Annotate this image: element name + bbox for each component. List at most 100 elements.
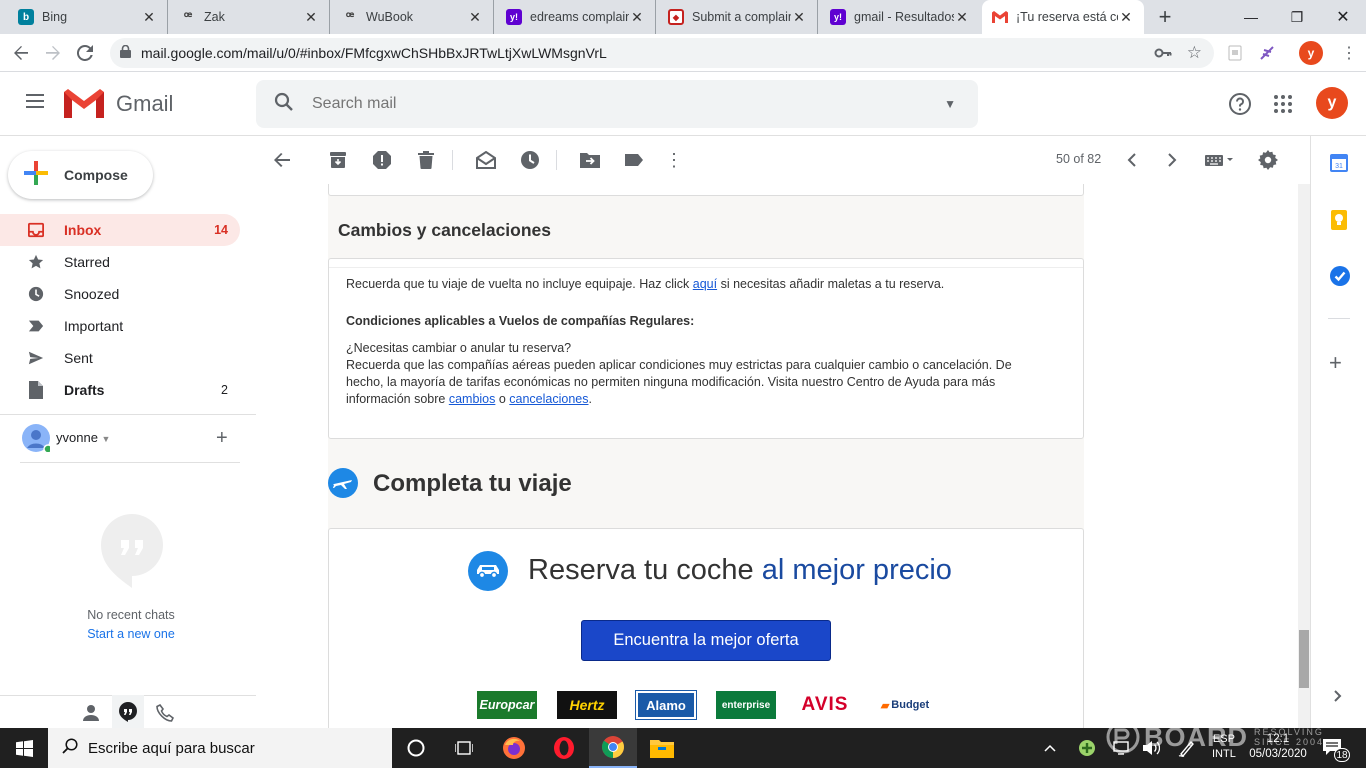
search-bar[interactable]: ▼ (256, 80, 978, 128)
calendar-icon[interactable]: 31 (1330, 154, 1348, 177)
forward-arrow-icon[interactable] (40, 40, 66, 66)
europcar-logo[interactable]: Europcar (477, 691, 537, 719)
start-new-chat-link[interactable]: Start a new one (0, 627, 262, 641)
tab-close-icon[interactable]: ✕ (954, 9, 970, 26)
search-input[interactable] (312, 95, 945, 113)
input-language-indicator[interactable]: ESP INTL (1212, 732, 1236, 762)
new-tab-icon[interactable]: + (1152, 4, 1178, 30)
snooze-clock-icon[interactable] (518, 148, 542, 172)
search-options-chevron-icon[interactable]: ▼ (944, 97, 956, 111)
delete-trash-icon[interactable] (414, 148, 438, 172)
hertz-logo[interactable]: Hertz (557, 691, 617, 719)
bookmark-star-icon[interactable]: ☆ (1187, 43, 1202, 63)
sidebar-item-drafts[interactable]: Drafts 2 (0, 374, 240, 406)
browser-tab-gmail-results[interactable]: y! gmail - Resultados ✕ (820, 0, 980, 34)
scrollbar-thumb[interactable] (1299, 630, 1309, 688)
keep-bulb-icon[interactable] (1331, 210, 1347, 235)
hangouts-chat-tab-icon[interactable] (112, 695, 144, 729)
account-avatar[interactable]: y (1316, 87, 1348, 119)
show-hidden-icons-chevron[interactable] (1044, 741, 1056, 755)
network-icon[interactable] (1112, 740, 1130, 761)
avis-logo[interactable]: AVIS (795, 691, 855, 719)
browser-tab-bing[interactable]: b Bing ✕ (8, 0, 168, 34)
taskbar-search-box[interactable]: Escribe aquí para buscar (48, 728, 392, 768)
window-close-icon[interactable]: ✕ (1320, 0, 1366, 34)
hangouts-user-name[interactable]: yvonne ▼ (56, 430, 110, 445)
expand-panel-chevron-icon[interactable] (1334, 689, 1342, 707)
gmail-logo-icon[interactable] (64, 88, 104, 123)
browser-tab-reserva-active[interactable]: ¡Tu reserva está co ✕ (982, 0, 1144, 34)
tab-close-icon[interactable]: ✕ (791, 9, 807, 26)
key-icon[interactable] (1154, 44, 1172, 65)
browser-profile-avatar[interactable]: y (1299, 41, 1323, 65)
help-icon[interactable] (1228, 92, 1252, 121)
reload-icon[interactable] (72, 40, 98, 66)
input-tools-keyboard-icon[interactable] (1200, 148, 1240, 172)
tab-close-icon[interactable]: ✕ (1118, 9, 1134, 26)
chrome-taskbar-icon[interactable] (589, 728, 637, 768)
back-arrow-icon[interactable] (8, 40, 34, 66)
alamo-logo[interactable]: Alamo (635, 690, 697, 720)
task-view-icon[interactable] (440, 728, 488, 768)
phone-call-icon[interactable] (156, 703, 175, 727)
tab-close-icon[interactable]: ✕ (467, 9, 483, 26)
newer-chevron-left-icon[interactable] (1120, 148, 1144, 172)
file-explorer-folder-icon[interactable] (638, 728, 686, 768)
settings-gear-icon[interactable] (1256, 148, 1280, 172)
cortana-circle-icon[interactable] (392, 728, 440, 768)
opera-icon[interactable] (540, 728, 588, 768)
more-options-icon[interactable]: ⋮ (662, 148, 686, 172)
browser-tab-zak[interactable]: ꟹ Zak ✕ (170, 0, 330, 34)
move-to-folder-icon[interactable] (578, 148, 602, 172)
windows-start-icon[interactable] (0, 728, 48, 768)
hangouts-user-avatar[interactable] (22, 424, 53, 454)
window-maximize-icon[interactable]: ❐ (1274, 0, 1320, 34)
sidebar-item-starred[interactable]: Starred (0, 246, 240, 278)
pen-ink-icon[interactable] (1178, 739, 1196, 762)
sidebar-item-inbox[interactable]: Inbox 14 (0, 214, 240, 246)
inbox-icon (28, 222, 44, 238)
address-bar[interactable]: mail.google.com/mail/u/0/#inbox/FMfcgxwC… (110, 38, 1214, 68)
find-best-offer-button[interactable]: Encuentra la mejor oferta (581, 620, 831, 661)
budget-logo[interactable]: ▰ Budget (875, 691, 935, 719)
sidebar-item-important[interactable]: Important (0, 310, 240, 342)
tray-app-plus-icon[interactable] (1078, 739, 1096, 762)
label-tag-icon[interactable] (622, 148, 646, 172)
mark-unread-icon[interactable] (474, 148, 498, 172)
tab-title: Bing (42, 10, 68, 24)
extension-page-icon[interactable] (1222, 40, 1248, 66)
compose-button[interactable]: Compose (8, 151, 153, 199)
browser-tab-submit-complain[interactable]: ◆ Submit a complain ✕ (658, 0, 818, 34)
sidebar-item-snoozed[interactable]: Snoozed (0, 278, 240, 310)
back-to-inbox-icon[interactable] (270, 148, 294, 172)
user-dropdown-chevron-icon[interactable]: ▼ (102, 434, 111, 444)
firefox-icon[interactable] (490, 728, 538, 768)
system-clock[interactable]: 12:1 05/03/2020 (1246, 732, 1310, 762)
cancellations-link[interactable]: cancelaciones (509, 392, 588, 406)
add-luggage-link[interactable]: aquí (693, 277, 717, 291)
browser-tab-wubook[interactable]: ꟹ WuBook ✕ (332, 0, 494, 34)
changes-link[interactable]: cambios (449, 392, 496, 406)
add-chat-plus-icon[interactable]: + (216, 427, 228, 450)
window-minimize-icon[interactable]: — (1228, 0, 1274, 34)
extension-feather-icon[interactable] (1254, 40, 1280, 66)
older-chevron-right-icon[interactable] (1160, 148, 1184, 172)
enterprise-logo[interactable]: enterprise (716, 691, 776, 719)
tab-close-icon[interactable]: ✕ (629, 9, 645, 26)
volume-speaker-icon[interactable] (1142, 740, 1161, 761)
contacts-person-icon[interactable] (82, 704, 100, 727)
report-spam-icon[interactable] (370, 148, 394, 172)
sidebar-item-sent[interactable]: Sent (0, 342, 240, 374)
apps-grid-icon[interactable] (1273, 94, 1293, 119)
browser-tab-edreams-complain[interactable]: y! edreams complain ✕ (496, 0, 656, 34)
archive-icon[interactable] (326, 148, 350, 172)
browser-menu-icon[interactable]: ⋮ (1336, 40, 1362, 66)
url-text: mail.google.com/mail/u/0/#inbox/FMfcgxwC… (141, 45, 607, 61)
tab-close-icon[interactable]: ✕ (141, 9, 157, 26)
message-scrollbar[interactable] (1298, 184, 1310, 728)
tasks-check-icon[interactable] (1330, 266, 1350, 291)
get-addons-plus-icon[interactable]: + (1329, 350, 1342, 376)
main-menu-icon[interactable] (24, 92, 46, 115)
search-icon[interactable] (274, 92, 294, 117)
tab-close-icon[interactable]: ✕ (303, 9, 319, 26)
